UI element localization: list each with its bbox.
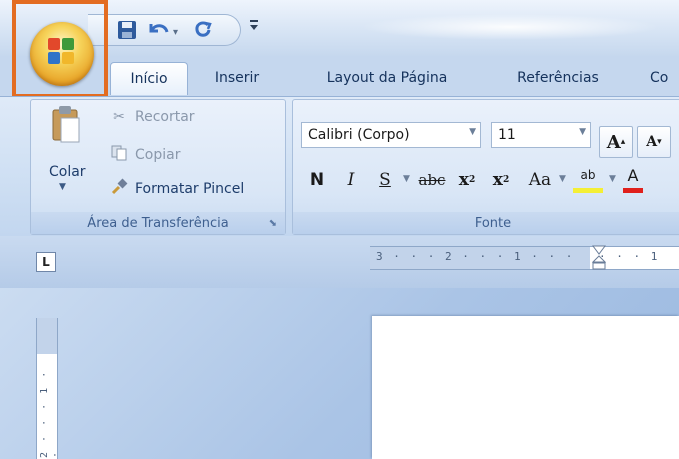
clipboard-group-label: Área de Transferência [31, 212, 285, 234]
tab-selector-button[interactable]: L [36, 252, 56, 272]
format-painter-label: Formatar Pincel [135, 181, 245, 197]
superscript-label: x [492, 170, 503, 190]
subscript-label: x [458, 170, 469, 190]
font-name-dropdown-icon[interactable]: ▼ [469, 127, 476, 137]
brush-icon [109, 178, 129, 200]
ruler-numbers: 3 · · · 2 · · · 1 · · · · · · 1 [376, 250, 659, 263]
change-case-dropdown-icon[interactable]: ▼ [559, 174, 566, 184]
customize-qat-icon[interactable] [248, 18, 260, 36]
vertical-ruler-margin-shade [37, 318, 57, 354]
font-size-combo[interactable]: 11 ▼ [491, 122, 591, 148]
vertical-ruler-numbers: 2 · · · 1 · · [39, 369, 61, 458]
underline-button[interactable]: S [373, 166, 397, 194]
font-name-combo[interactable]: Calibri (Corpo) ▼ [301, 122, 481, 148]
ribbon: Colar ▼ ✂ Recortar Copiar Formatar Pince… [0, 96, 679, 237]
tab-referencias[interactable]: Referências [494, 62, 622, 94]
font-size-dropdown-icon[interactable]: ▼ [579, 127, 586, 137]
highlight-button[interactable]: ab [573, 162, 603, 193]
document-page[interactable] [372, 316, 679, 459]
copy-button[interactable]: Copiar [109, 144, 180, 166]
tab-correspondencias[interactable]: Co [650, 62, 679, 94]
vertical-ruler[interactable]: 2 · · · 1 · · [36, 318, 61, 459]
ruler-right-numbers: · · · 1 [598, 250, 660, 263]
cut-button[interactable]: ✂ Recortar [109, 106, 195, 128]
copy-icon [109, 145, 129, 165]
quick-access-toolbar: ▾ [88, 14, 241, 46]
change-case-button[interactable]: Aa [523, 166, 557, 194]
clipboard-group: Colar ▼ ✂ Recortar Copiar Formatar Pince… [30, 99, 286, 235]
grow-font-label: A [606, 131, 621, 153]
cut-label: Recortar [135, 109, 195, 125]
subscript-button[interactable]: x2 [455, 166, 479, 194]
document-area: 2 · · · 1 · · [0, 288, 679, 459]
office-button-highlight [12, 0, 108, 98]
clipboard-group-title: Área de Transferência [87, 215, 229, 231]
copy-label: Copiar [135, 147, 181, 163]
font-group-label: Fonte [293, 212, 679, 234]
indent-marker-icon[interactable] [591, 245, 607, 271]
superscript-button[interactable]: x2 [489, 166, 513, 194]
font-color-button[interactable]: A [623, 162, 643, 193]
underline-dropdown-icon[interactable]: ▼ [403, 174, 410, 184]
svg-text:▾: ▾ [173, 27, 178, 38]
paste-icon[interactable] [51, 104, 81, 152]
save-icon[interactable] [114, 19, 140, 41]
paste-button[interactable]: Colar [49, 164, 86, 180]
tab-inserir[interactable]: Inserir [200, 62, 274, 94]
font-group: Calibri (Corpo) ▼ 11 ▼ A ▴ A ▾ N I S ▼ abc… [292, 99, 679, 235]
title-glow [360, 14, 660, 40]
undo-icon[interactable]: ▾ [144, 19, 186, 41]
font-name-value: Calibri (Corpo) [308, 127, 410, 143]
redo-icon[interactable] [188, 19, 218, 41]
italic-button[interactable]: I [339, 166, 363, 194]
font-size-value: 11 [498, 127, 516, 143]
highlight-dropdown-icon[interactable]: ▼ [609, 174, 616, 184]
tab-inicio[interactable]: Início [110, 62, 188, 95]
bold-button[interactable]: N [305, 166, 329, 194]
ruler-left-numbers: 3 · · · 2 · · · 1 · · · [376, 250, 583, 263]
strikethrough-button[interactable]: abc [415, 166, 449, 194]
paste-dropdown-icon[interactable]: ▼ [59, 182, 66, 192]
word-window: ▾ Início Inserir Layout da Página Referê… [0, 0, 679, 459]
format-painter-button[interactable]: Formatar Pincel [109, 178, 244, 200]
tab-layout-da-pagina[interactable]: Layout da Página [304, 62, 470, 94]
grow-font-button[interactable]: A ▴ [599, 126, 633, 158]
shrink-font-button[interactable]: A ▾ [637, 126, 671, 158]
shrink-font-label: A [646, 134, 658, 150]
ruler-bar: L 3 · · · 2 · · · 1 · · · · · · 1 [0, 236, 679, 288]
clipboard-launcher-icon[interactable]: ⬊ [269, 218, 277, 229]
horizontal-ruler[interactable]: 3 · · · 2 · · · 1 · · · · · · 1 [370, 245, 679, 271]
font-group-title: Fonte [474, 215, 512, 231]
scissors-icon: ✂ [113, 109, 125, 125]
